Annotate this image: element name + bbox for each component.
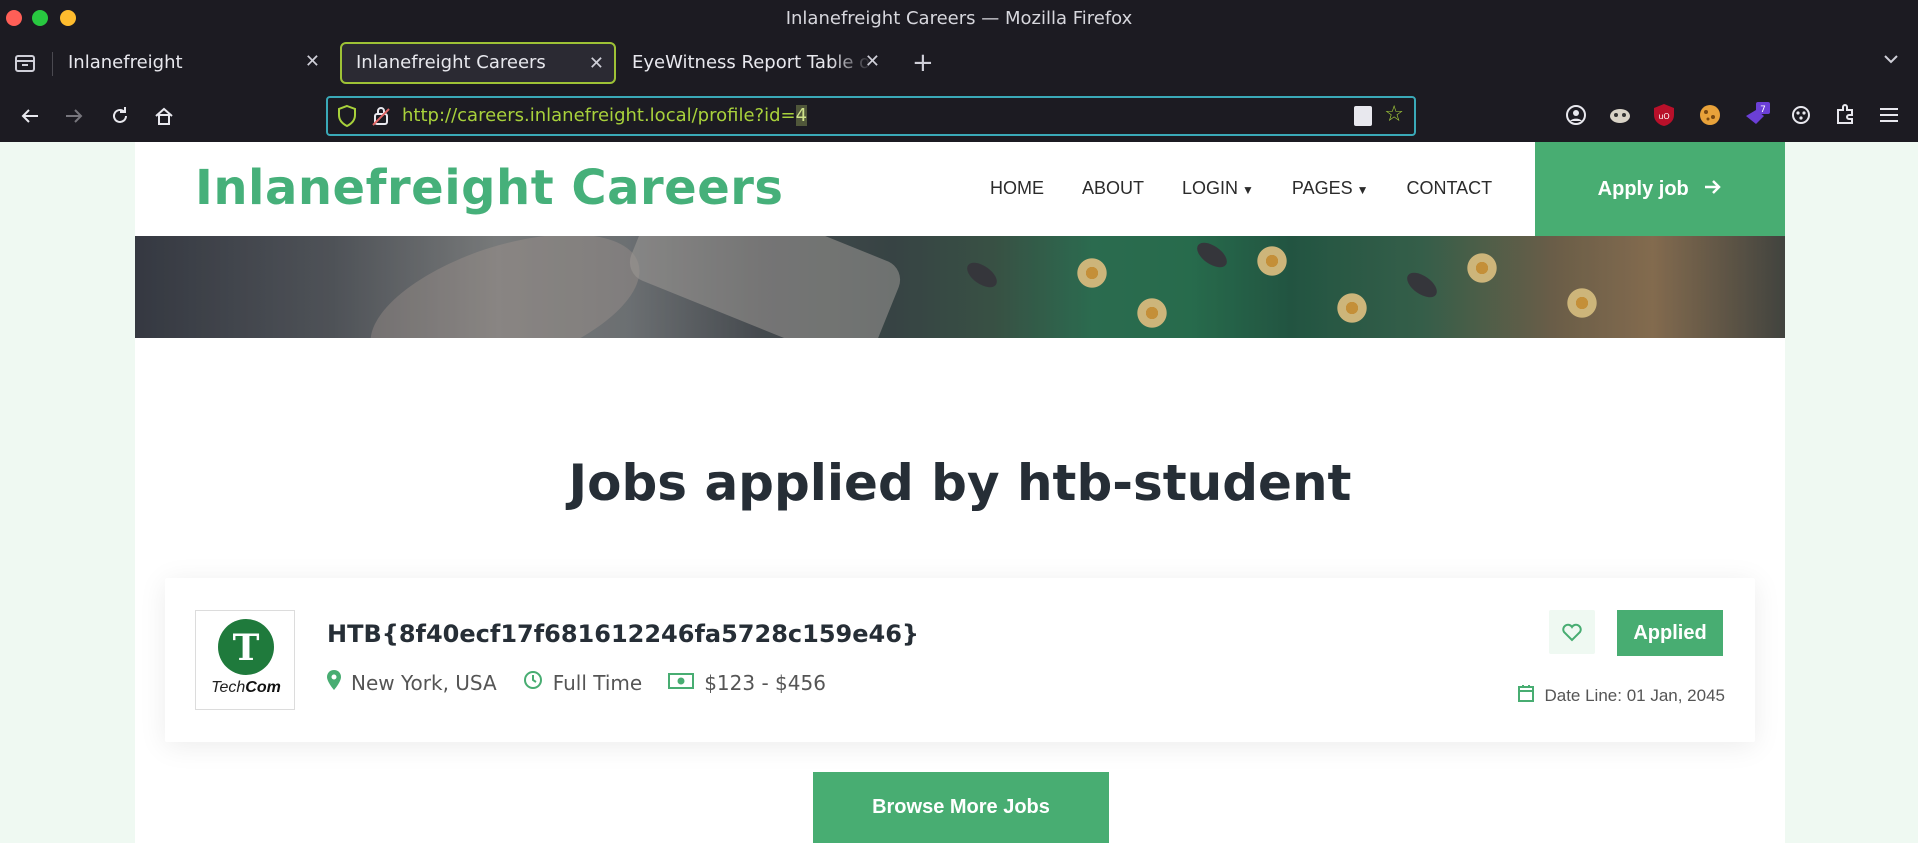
company-logo: T TechCom <box>195 610 295 710</box>
chevron-down-icon[interactable] <box>1882 50 1900 73</box>
url-bar[interactable]: http://careers.inlanefreight.local/profi… <box>326 96 1416 136</box>
map-marker-icon <box>327 670 341 695</box>
page-heading: Jobs applied by htb-student <box>568 454 1352 512</box>
shield-icon[interactable] <box>336 104 358 132</box>
reader-view-icon[interactable] <box>1354 106 1372 126</box>
window-titlebar: Inlanefreight Careers — Mozilla Firefox <box>0 0 1918 36</box>
svg-text:7: 7 <box>1760 105 1766 115</box>
page-viewport: Inlanefreight Careers HOME ABOUT LOGIN ▼ … <box>0 142 1918 843</box>
tab-inlanefreight-careers[interactable]: Inlanefreight Careers ✕ <box>340 42 616 84</box>
forward-arrow-icon[interactable] <box>58 100 90 132</box>
heart-icon <box>1549 623 1595 658</box>
menu-pages[interactable]: PAGES ▼ <box>1292 178 1369 199</box>
insecure-lock-icon[interactable] <box>370 104 392 132</box>
main-menu: HOME ABOUT LOGIN ▼ PAGES ▼ CONTACT <box>990 178 1492 199</box>
hero-banner-image <box>135 236 1785 338</box>
tab-label: Inlanefreight <box>68 52 183 73</box>
firefox-view-icon[interactable] <box>12 50 38 76</box>
site-brand[interactable]: Inlanefreight Careers <box>195 160 784 216</box>
tab-close-icon[interactable]: ✕ <box>589 53 604 74</box>
menu-login[interactable]: LOGIN ▼ <box>1182 178 1254 199</box>
tab-label: Inlanefreight Careers <box>356 52 546 73</box>
date-line: Date Line: 01 Jan, 2045 <box>1518 684 1725 707</box>
window-title: Inlanefreight Careers — Mozilla Firefox <box>785 8 1133 29</box>
page-container: Inlanefreight Careers HOME ABOUT LOGIN ▼ … <box>135 142 1785 843</box>
home-icon[interactable] <box>148 100 180 132</box>
money-bill-icon <box>668 671 695 695</box>
tab-close-icon[interactable]: ✕ <box>865 51 880 72</box>
menu-contact[interactable]: CONTACT <box>1407 178 1493 199</box>
calendar-icon <box>1518 684 1535 707</box>
apply-job-button[interactable]: Apply job <box>1535 142 1785 236</box>
tab-bar: Inlanefreight ✕ Inlanefreight Careers ✕ … <box>0 36 1918 90</box>
new-tab-icon[interactable]: + <box>912 48 934 78</box>
job-location: New York, USA <box>327 670 497 695</box>
job-type: Full Time <box>523 670 642 695</box>
navigation-toolbar: http://careers.inlanefreight.local/profi… <box>0 90 1918 142</box>
tab-inlanefreight[interactable]: Inlanefreight ✕ <box>54 42 330 84</box>
job-card: T TechCom HTB{8f40ecf17f681612246fa5728c… <box>165 578 1755 742</box>
settings-gear-icon[interactable] <box>1788 102 1814 128</box>
extension-badge-icon[interactable]: 7 <box>1742 102 1770 128</box>
chevron-down-icon: ▼ <box>1242 183 1254 197</box>
chevron-down-icon: ▼ <box>1356 183 1369 197</box>
arrow-right-icon <box>1704 178 1722 200</box>
tab-separator <box>52 52 53 76</box>
bookmark-star-icon[interactable]: ☆ <box>1384 102 1404 127</box>
cookie-editor-icon[interactable] <box>1697 102 1723 128</box>
back-arrow-icon[interactable] <box>14 100 46 132</box>
foxyproxy-icon[interactable] <box>1607 102 1633 128</box>
browse-more-jobs-button[interactable]: Browse More Jobs <box>813 772 1109 843</box>
tab-close-icon[interactable]: ✕ <box>305 51 320 72</box>
svg-text:uO: uO <box>1658 112 1669 121</box>
job-title[interactable]: HTB{8f40ecf17f681612246fa5728c159e46} <box>327 620 919 648</box>
extensions-puzzle-icon[interactable] <box>1832 102 1858 128</box>
site-header: Inlanefreight Careers HOME ABOUT LOGIN ▼ … <box>135 142 1785 236</box>
menu-home[interactable]: HOME <box>990 178 1044 199</box>
url-text[interactable]: http://careers.inlanefreight.local/profi… <box>402 105 808 126</box>
job-meta: New York, USA Full Time $123 - $456 <box>327 670 826 695</box>
job-salary: $123 - $456 <box>668 670 826 695</box>
ublock-origin-icon[interactable]: uO <box>1651 102 1677 128</box>
menu-about[interactable]: ABOUT <box>1082 178 1144 199</box>
applied-status-button[interactable]: Applied <box>1617 610 1723 656</box>
favorite-button[interactable] <box>1549 610 1595 654</box>
tab-eyewitness-report[interactable]: EyeWitness Report Table of Contents ✕ <box>618 42 890 84</box>
account-icon[interactable] <box>1563 102 1589 128</box>
reload-icon[interactable] <box>104 100 136 132</box>
menu-hamburger-icon[interactable] <box>1876 102 1902 128</box>
clock-icon <box>523 670 543 695</box>
